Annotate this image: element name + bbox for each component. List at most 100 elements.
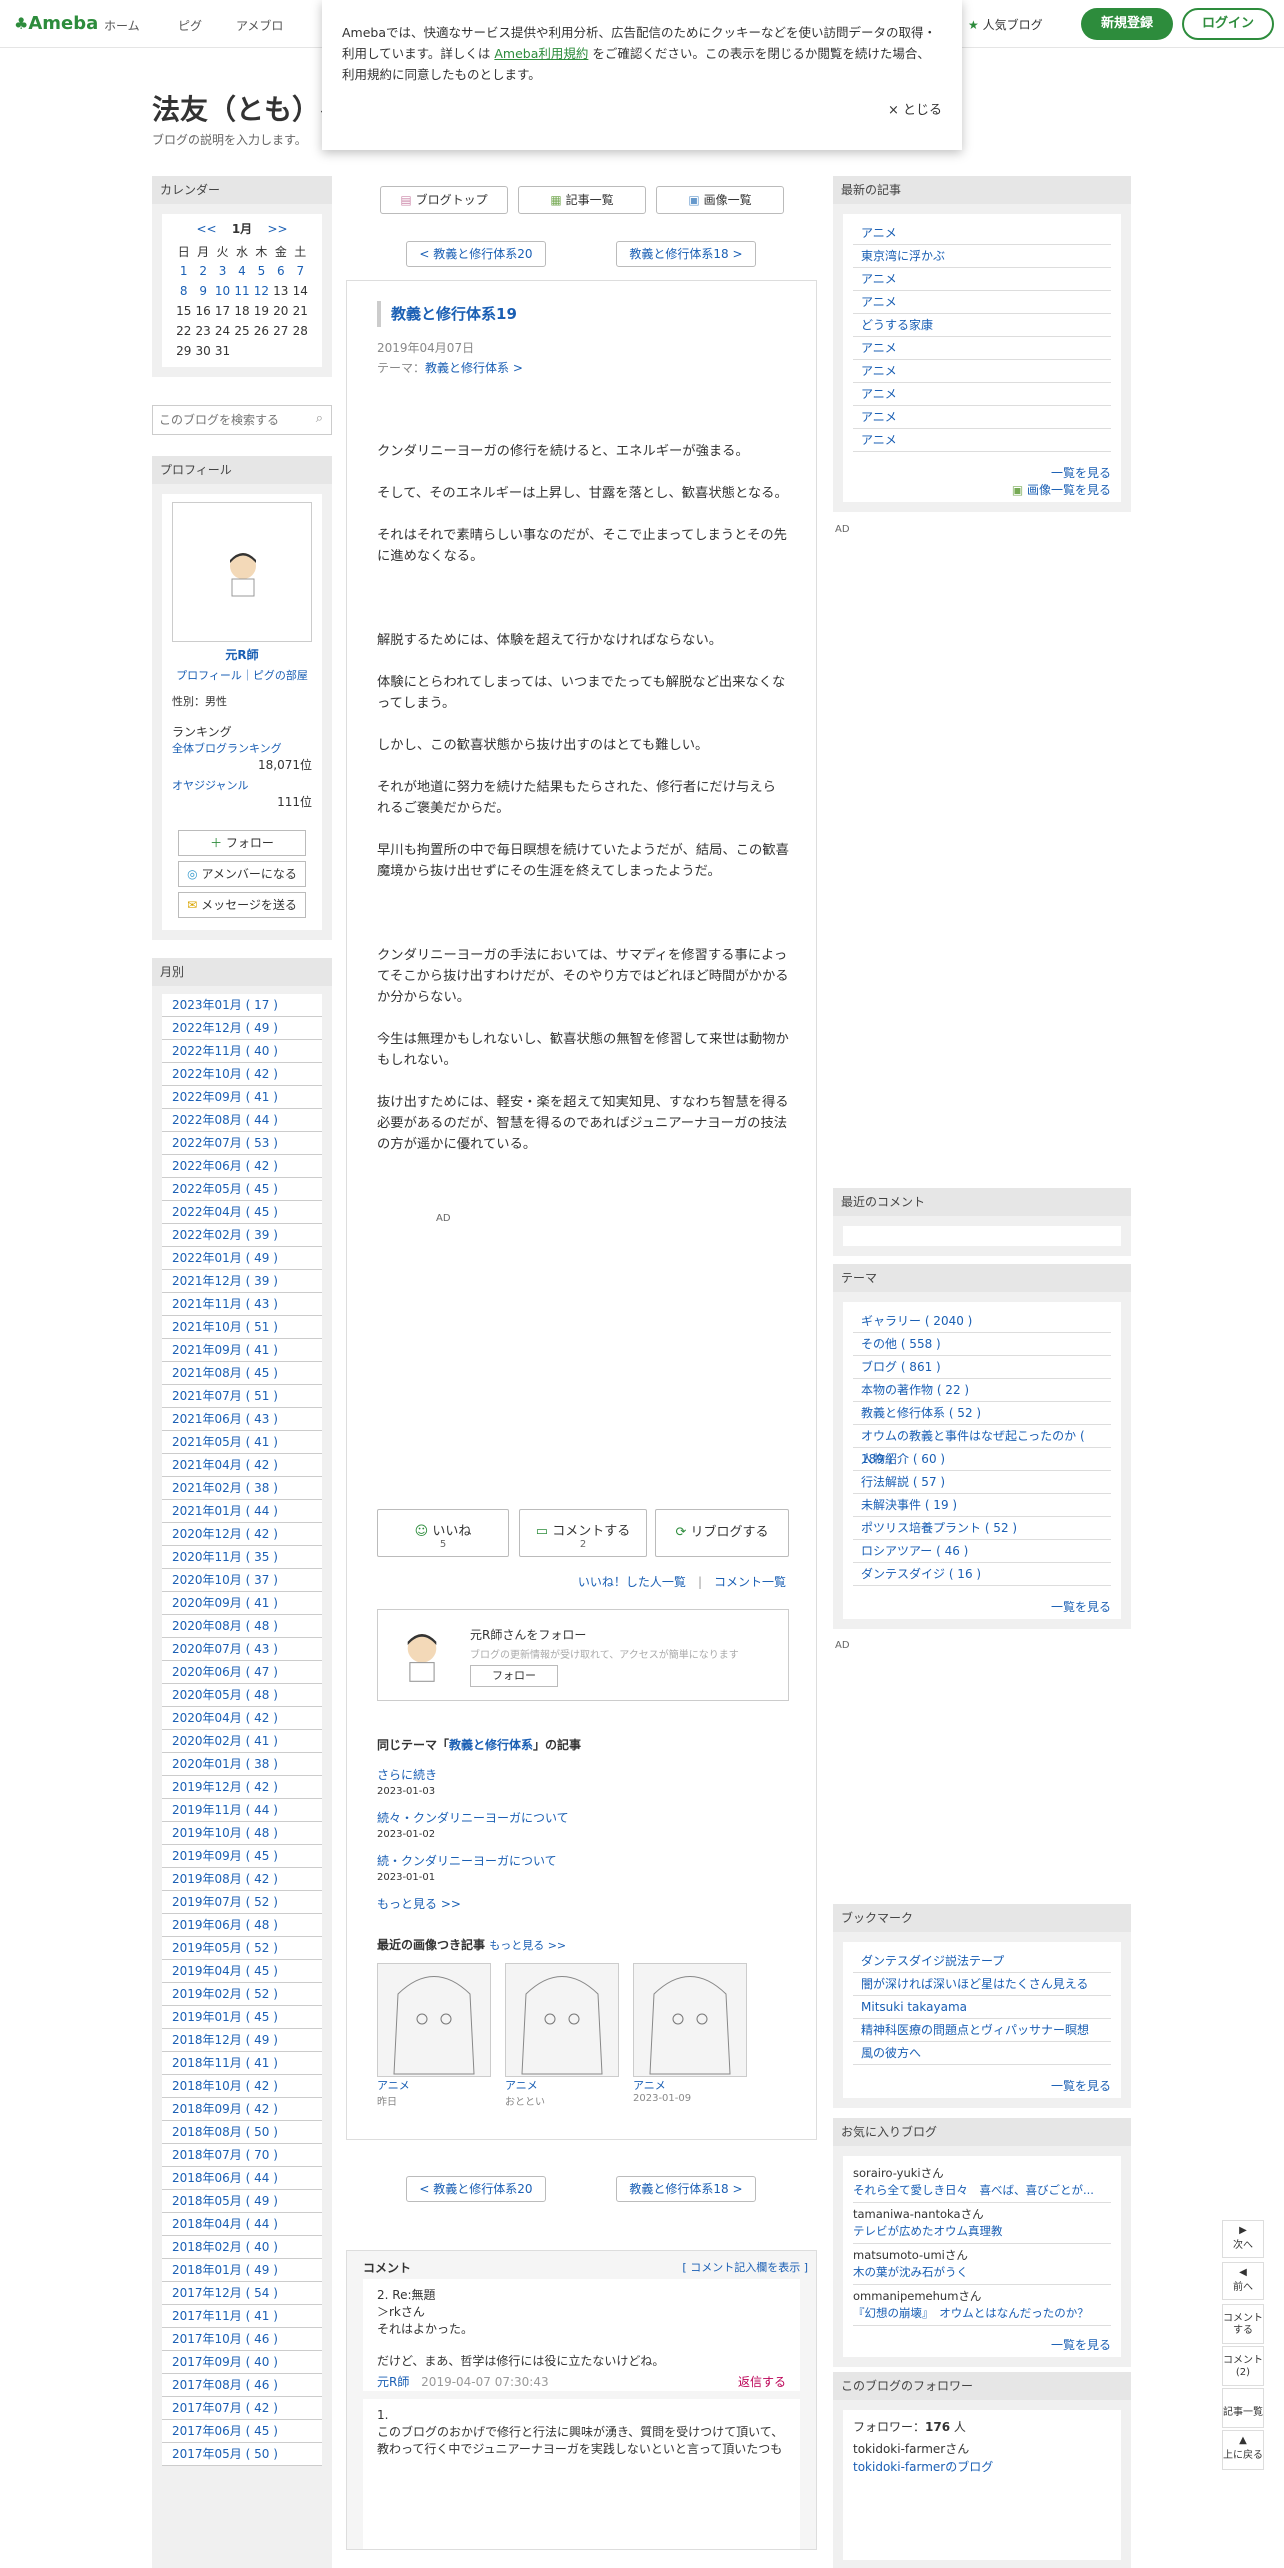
- favorite-link[interactable]: それら全て愛しき日々 喜べば、喜びごとが...: [853, 2182, 1111, 2199]
- theme-link[interactable]: 教義と修行体系 >: [425, 361, 523, 375]
- calendar-day[interactable]: 9: [193, 281, 212, 301]
- calendar-prev[interactable]: <<: [196, 222, 216, 236]
- follower-blog-link[interactable]: tokidoki-farmerのブログ: [853, 2460, 993, 2474]
- profile-links[interactable]: プロフィール｜ピグの部屋: [172, 667, 312, 683]
- rail-article-list-button[interactable]: 記事一覧: [1222, 2388, 1264, 2428]
- rail-top-button[interactable]: ▲ 上に戻る: [1222, 2430, 1264, 2470]
- monthly-link[interactable]: 2020年09月 ( 41 ): [172, 1596, 278, 1610]
- blog-title[interactable]: 法友（とも）へ: [152, 88, 348, 128]
- monthly-link[interactable]: 2021年07月 ( 51 ): [172, 1389, 278, 1403]
- theme-link[interactable]: 本物の著作物 ( 22 ): [861, 1383, 969, 1397]
- monthly-link[interactable]: 2019年02月 ( 52 ): [172, 1987, 278, 2001]
- favorite-user[interactable]: matsumoto-umiさん: [853, 2247, 1111, 2264]
- ranking-overall[interactable]: 全体ブログランキング: [172, 740, 312, 756]
- monthly-link[interactable]: 2022年05月 ( 45 ): [172, 1182, 278, 1196]
- recent-link[interactable]: アニメ: [861, 433, 897, 447]
- blog-top-button[interactable]: ▤ ブログトップ: [380, 186, 508, 214]
- monthly-link[interactable]: 2020年12月 ( 42 ): [172, 1527, 278, 1541]
- calendar-next[interactable]: >>: [267, 222, 287, 236]
- image-article-title[interactable]: アニメ: [377, 2079, 410, 2092]
- nav-pigg[interactable]: ピグ: [178, 17, 202, 34]
- calendar-day[interactable]: 10: [213, 281, 232, 301]
- related-more-link[interactable]: もっと見る >>: [377, 1897, 461, 1911]
- monthly-link[interactable]: 2018年05月 ( 49 ): [172, 2194, 278, 2208]
- monthly-link[interactable]: 2020年02月 ( 41 ): [172, 1734, 278, 1748]
- nav-ameblo[interactable]: アメブロ: [236, 17, 283, 34]
- message-button[interactable]: ✉ メッセージを送る: [178, 892, 306, 918]
- monthly-link[interactable]: 2018年04月 ( 44 ): [172, 2217, 278, 2231]
- monthly-link[interactable]: 2019年07月 ( 52 ): [172, 1895, 278, 1909]
- ameba-logo[interactable]: ♣Ameba: [14, 13, 98, 34]
- monthly-link[interactable]: 2021年11月 ( 43 ): [172, 1297, 278, 1311]
- monthly-link[interactable]: 2022年11月 ( 40 ): [172, 1044, 278, 1058]
- follower-user[interactable]: tokidoki-farmerさん: [853, 2440, 1111, 2458]
- image-article-card[interactable]: アニメ 昨日: [377, 1963, 493, 2108]
- same-theme-link[interactable]: 教義と修行体系: [449, 1738, 533, 1752]
- ranking-genre[interactable]: オヤジジャンル: [172, 777, 312, 793]
- like-button[interactable]: ☺ いいね 5: [377, 1509, 509, 1557]
- related-link[interactable]: さらに続き: [377, 1768, 437, 1782]
- theme-link[interactable]: ダンテスダイジ ( 16 ): [861, 1567, 981, 1581]
- image-article-title[interactable]: アニメ: [505, 2079, 538, 2092]
- monthly-link[interactable]: 2020年07月 ( 43 ): [172, 1642, 278, 1656]
- rail-comments-button[interactable]: コメント(2): [1222, 2346, 1264, 2386]
- related-link[interactable]: 続々・クンダリニーヨーガについて: [377, 1811, 569, 1825]
- monthly-link[interactable]: 2017年06月 ( 45 ): [172, 2424, 278, 2438]
- monthly-link[interactable]: 2019年06月 ( 48 ): [172, 1918, 278, 1932]
- monthly-link[interactable]: 2017年09月 ( 40 ): [172, 2355, 278, 2369]
- bookmark-link[interactable]: ダンテスダイジ説法テープ: [861, 1954, 1004, 1968]
- calendar-day[interactable]: 4: [232, 261, 251, 281]
- favorites-more-link[interactable]: 一覧を見る: [1051, 2338, 1111, 2352]
- monthly-link[interactable]: 2022年10月 ( 42 ): [172, 1067, 278, 1081]
- monthly-link[interactable]: 2022年07月 ( 53 ): [172, 1136, 278, 1150]
- nav-home[interactable]: ホーム: [104, 17, 140, 34]
- comment-author[interactable]: 元R師: [377, 2375, 409, 2389]
- monthly-link[interactable]: 2018年02月 ( 40 ): [172, 2240, 278, 2254]
- monthly-link[interactable]: 2021年10月 ( 51 ): [172, 1320, 278, 1334]
- monthly-link[interactable]: 2020年05月 ( 48 ): [172, 1688, 278, 1702]
- monthly-link[interactable]: 2021年02月 ( 38 ): [172, 1481, 278, 1495]
- calendar-day[interactable]: 11: [232, 281, 251, 301]
- login-button[interactable]: ログイン: [1182, 8, 1274, 40]
- recent-link[interactable]: アニメ: [861, 410, 897, 424]
- comment-button[interactable]: ▭ コメントする 2: [519, 1509, 647, 1557]
- show-comment-form[interactable]: [ コメント記入欄を表示 ]: [682, 2259, 808, 2275]
- monthly-link[interactable]: 2020年08月 ( 48 ): [172, 1619, 278, 1633]
- recent-more-link[interactable]: 一覧を見る: [1051, 466, 1111, 480]
- calendar-day[interactable]: 12: [252, 281, 271, 301]
- calendar-day[interactable]: 3: [213, 261, 232, 281]
- favorite-user[interactable]: sorairo-yukiさん: [853, 2165, 1111, 2182]
- next-article-button-bottom[interactable]: 教義と修行体系18 >: [616, 2176, 756, 2202]
- monthly-link[interactable]: 2017年12月 ( 54 ): [172, 2286, 278, 2300]
- monthly-link[interactable]: 2018年08月 ( 50 ): [172, 2125, 278, 2139]
- monthly-link[interactable]: 2018年07月 ( 70 ): [172, 2148, 278, 2162]
- monthly-link[interactable]: 2022年08月 ( 44 ): [172, 1113, 278, 1127]
- bookmark-link[interactable]: Mitsuki takayama: [861, 2000, 967, 2014]
- favorite-link[interactable]: 『幻想の崩壊』 オウムとはなんだったのか？: [853, 2305, 1111, 2322]
- monthly-link[interactable]: 2019年11月 ( 44 ): [172, 1803, 278, 1817]
- theme-link[interactable]: ギャラリー ( 2040 ): [861, 1314, 972, 1328]
- monthly-link[interactable]: 2022年06月 ( 42 ): [172, 1159, 278, 1173]
- favorite-user[interactable]: tamaniwa-nantokaさん: [853, 2206, 1111, 2223]
- theme-link[interactable]: 未解決事件 ( 19 ): [861, 1498, 957, 1512]
- bookmark-link[interactable]: 風の彼方へ: [861, 2046, 921, 2060]
- prev-article-button[interactable]: < 教義と修行体系20: [406, 241, 546, 267]
- follow-box-button[interactable]: フォロー: [470, 1665, 558, 1687]
- next-article-button[interactable]: 教義と修行体系18 >: [616, 241, 756, 267]
- monthly-link[interactable]: 2019年09月 ( 45 ): [172, 1849, 278, 1863]
- calendar-day[interactable]: 5: [252, 261, 271, 281]
- recent-link[interactable]: 東京湾に浮かぶ: [861, 249, 945, 263]
- avatar[interactable]: [172, 502, 312, 642]
- image-list-button[interactable]: ▣ 画像一覧: [656, 186, 784, 214]
- theme-link[interactable]: 行法解説 ( 57 ): [861, 1475, 945, 1489]
- register-button[interactable]: 新規登録: [1081, 8, 1173, 40]
- monthly-link[interactable]: 2018年12月 ( 49 ): [172, 2033, 278, 2047]
- monthly-link[interactable]: 2022年12月 ( 49 ): [172, 1021, 278, 1035]
- article-title[interactable]: 教義と修行体系19: [377, 301, 517, 327]
- monthly-link[interactable]: 2022年09月 ( 41 ): [172, 1090, 278, 1104]
- monthly-link[interactable]: 2020年04月 ( 42 ): [172, 1711, 278, 1725]
- monthly-link[interactable]: 2021年12月 ( 39 ): [172, 1274, 278, 1288]
- recent-link[interactable]: アニメ: [861, 272, 897, 286]
- rail-next-button[interactable]: ▶ 次へ: [1222, 2220, 1264, 2258]
- monthly-link[interactable]: 2019年04月 ( 45 ): [172, 1964, 278, 1978]
